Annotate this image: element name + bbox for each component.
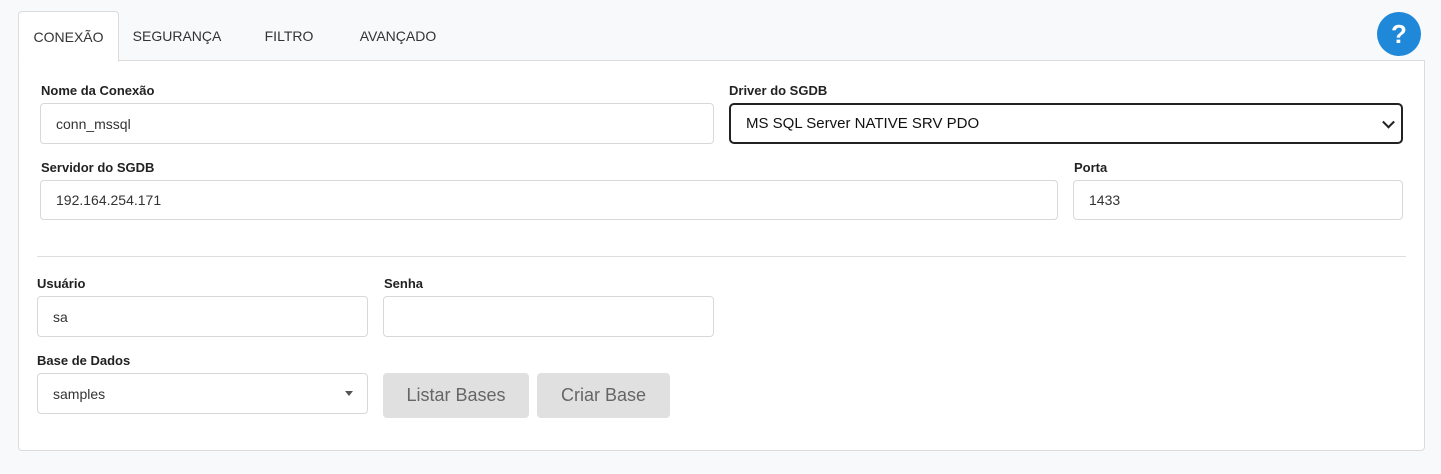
tab-avancado[interactable]: AVANÇADO [343,11,453,61]
chevron-down-icon [1382,115,1395,129]
server-input[interactable]: 192.164.254.171 [40,180,1058,220]
driver-label: Driver do SGDB [729,83,828,98]
port-input[interactable]: 1433 [1073,180,1403,220]
connection-name-input[interactable]: conn_mssql [40,103,714,144]
port-label: Porta [1074,160,1108,175]
user-label: Usuário [37,276,86,291]
tab-bar: CONEXÃO SEGURANÇA FILTRO AVANÇADO [18,11,453,62]
tab-filtro[interactable]: FILTRO [235,11,343,61]
user-input[interactable]: sa [37,296,368,337]
password-label: Senha [384,276,424,291]
caret-down-icon [345,390,353,396]
list-bases-button[interactable]: Listar Bases [383,373,529,418]
driver-select[interactable]: MS SQL Server NATIVE SRV PDO [729,103,1403,144]
database-label: Base de Dados [37,353,131,368]
connection-name-label: Nome da Conexão [41,83,155,98]
tab-seguranca[interactable]: SEGURANÇA [119,11,235,61]
create-base-button[interactable]: Criar Base [537,373,670,418]
help-icon[interactable]: ? [1377,12,1421,56]
database-select[interactable]: samples [37,373,368,414]
driver-selected-value: MS SQL Server NATIVE SRV PDO [746,115,980,132]
server-label: Servidor do SGDB [41,160,155,175]
database-selected-value: samples [53,385,106,402]
tab-conexao[interactable]: CONEXÃO [18,11,119,62]
password-input[interactable] [383,296,714,337]
section-divider [37,256,1406,257]
